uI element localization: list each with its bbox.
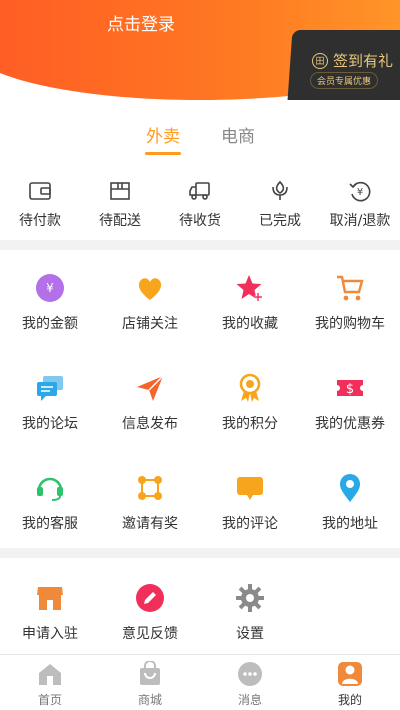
service-label: 我的购物车 [315,316,385,332]
service-label: 我的客服 [22,516,78,532]
apply-merchant-button[interactable]: 申请入驻 [0,582,100,643]
my-cart-button[interactable]: 我的购物车 [300,272,400,333]
gift-icon: 田 [312,52,328,69]
message-icon [238,662,262,686]
comment-icon [234,472,266,504]
invite-rewards-button[interactable]: 邀请有奖 [100,472,200,533]
service-label: 意见反馈 [122,626,178,642]
settings-button[interactable]: 设置 [200,582,300,643]
customer-service-button[interactable]: 我的客服 [0,472,100,533]
my-forum-button[interactable]: 我的论坛 [0,372,100,433]
wallet-icon [29,182,51,200]
order-label: 待付款 [19,213,61,229]
publish-info-button[interactable]: 信息发布 [100,372,200,433]
forum-icon [34,372,66,404]
section-divider [0,548,400,558]
order-label: 取消/退款 [329,213,391,229]
tab-mall[interactable]: 商城 [100,655,200,710]
feedback-button[interactable]: 意见反馈 [100,582,200,643]
services-row-2: 我的论坛 信息发布 我的积分 $ 我的优惠券 [0,372,400,433]
followed-stores-button[interactable]: 店铺关注 [100,272,200,333]
invite-icon [134,472,166,504]
my-address-button[interactable]: 我的地址 [300,472,400,533]
flower-icon [272,180,288,200]
home-icon [39,664,61,685]
tab-home[interactable]: 首页 [0,655,100,710]
medal-icon [234,372,266,404]
service-label: 我的金额 [22,316,78,332]
order-label: 待收货 [179,213,221,229]
svg-text:$: $ [346,382,354,397]
order-label: 待配送 [99,213,141,229]
service-label: 店铺关注 [122,316,178,332]
delivery-truck-icon [189,182,210,200]
profile-header: 点击登录 田 签到有礼 会员专属优惠 [0,0,400,102]
more-row: 申请入驻 意见反馈 设置 [0,582,400,643]
service-label: 我的优惠券 [315,416,385,432]
location-icon [334,472,366,504]
order-type-tabs: 外卖 电商 [0,122,400,156]
package-icon [110,182,130,200]
active-tab-indicator [145,152,181,155]
tab-ecommerce[interactable]: 电商 [221,122,255,147]
settings-icon [234,582,266,614]
service-label: 我的论坛 [22,416,78,432]
order-label: 已完成 [259,213,301,229]
checkin-title: 签到有礼 [333,52,394,70]
star-icon [234,272,266,304]
tab-label: 商城 [137,693,162,707]
service-label: 我的积分 [222,416,278,432]
shop-bag-icon [140,661,160,685]
service-label: 我的评论 [222,516,278,532]
order-pending-receipt[interactable]: 待收货 [160,178,240,234]
services-row-1: ¥ 我的金额 店铺关注 我的收藏 我的购物车 [0,272,400,333]
svg-text:¥: ¥ [357,187,363,198]
tab-takeout[interactable]: 外卖 [146,122,180,147]
coupon-icon: $ [334,372,366,404]
checkin-button[interactable]: 田 签到有礼 [312,50,393,71]
service-label: 设置 [236,626,264,642]
tab-profile[interactable]: 我的 [300,655,400,710]
section-divider [0,240,400,250]
my-balance-button[interactable]: ¥ 我的金额 [0,272,100,333]
my-points-button[interactable]: 我的积分 [200,372,300,433]
login-link[interactable]: 点击登录 [107,10,175,35]
order-status-row: 待付款 待配送 待收货 已完成 ¥ 取消/退款 [0,178,400,234]
bottom-tab-bar: 首页 商城 消息 我的 [0,654,400,710]
service-label: 申请入驻 [22,626,78,642]
service-label: 信息发布 [122,416,178,432]
services-row-3: 我的客服 邀请有奖 我的评论 我的地址 [0,472,400,533]
order-pending-delivery[interactable]: 待配送 [80,178,160,234]
cart-icon [334,272,366,304]
tab-label: 消息 [237,693,262,707]
headset-icon [34,472,66,504]
my-comments-button[interactable]: 我的评论 [200,472,300,533]
money-icon: ¥ [34,272,66,304]
tab-label: 首页 [37,693,62,707]
order-refund[interactable]: ¥ 取消/退款 [320,178,400,234]
my-favorites-button[interactable]: 我的收藏 [200,272,300,333]
order-completed[interactable]: 已完成 [240,178,320,234]
service-label: 邀请有奖 [122,516,178,532]
tab-label: 我的 [337,693,362,707]
service-label: 我的收藏 [222,316,278,332]
service-label: 我的地址 [322,516,378,532]
svg-text:¥: ¥ [46,281,54,295]
tab-messages[interactable]: 消息 [200,655,300,710]
send-icon [134,372,166,404]
heart-icon [134,272,166,304]
my-coupons-button[interactable]: $ 我的优惠券 [300,372,400,433]
refund-icon: ¥ [349,181,371,202]
order-pending-payment[interactable]: 待付款 [0,178,80,234]
store-icon [34,582,66,614]
profile-icon [338,662,362,686]
checkin-subtitle: 会员专属优惠 [310,72,379,89]
feedback-icon [134,582,166,614]
